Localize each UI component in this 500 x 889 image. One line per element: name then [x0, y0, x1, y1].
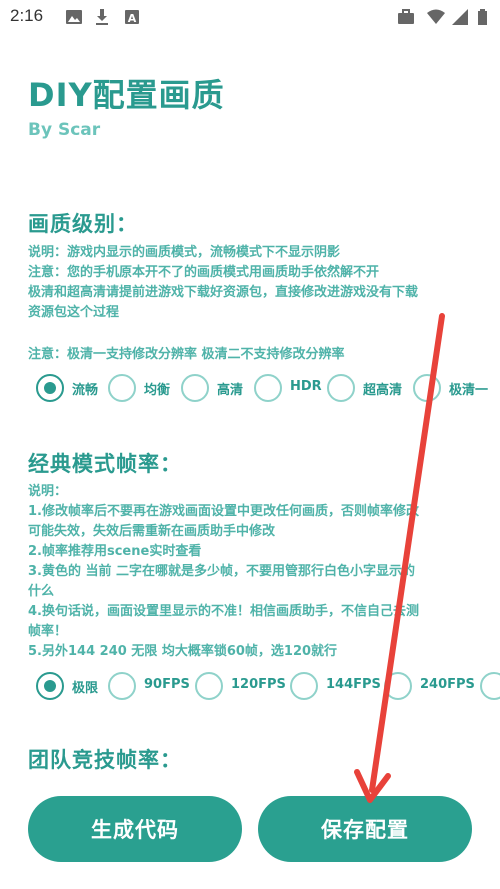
radio-label: 144FPS — [326, 677, 381, 692]
radio-quality-balanced[interactable] — [108, 374, 136, 402]
note-line: 4.换句话说，画面设置里显示的不准！相信画质助手，不信自己去测 — [28, 604, 419, 619]
radio-quality-uhd[interactable] — [327, 374, 355, 402]
radio-fps-max[interactable] — [36, 672, 64, 700]
radio-label: HDR — [290, 379, 322, 394]
note-line: 2.帧率推荐用scene实时查看 — [28, 544, 202, 559]
radio-label: 超高清 — [363, 383, 403, 398]
radio-quality-hd[interactable] — [181, 374, 209, 402]
radio-quality-hdr[interactable] — [254, 374, 282, 402]
note-line: 什么 — [28, 584, 55, 599]
radio-fps-90[interactable] — [108, 672, 136, 700]
status-time: 2:16 — [10, 6, 44, 25]
svg-text:A: A — [128, 12, 137, 25]
note-line: 1.修改帧率后不要再在游戏画面设置中更改任何画质，否则帧率修改 — [28, 504, 419, 519]
generate-code-button[interactable]: 生成代码 — [28, 796, 242, 862]
briefcase-icon — [398, 9, 414, 24]
battery-icon — [478, 9, 487, 25]
radio-label: 120FPS — [231, 677, 286, 692]
status-bar: 2:16 A — [0, 0, 500, 34]
note-line: 帧率！ — [28, 624, 68, 639]
page-subtitle: By Scar — [28, 120, 101, 140]
image-icon — [66, 10, 82, 24]
quality-section-title: 画质级别： — [28, 212, 138, 236]
radio-quality-extreme-1[interactable] — [413, 374, 441, 402]
note-line: 资源包这个过程 — [28, 305, 120, 320]
radio-fps-240[interactable] — [384, 672, 412, 700]
radio-label: 240FPS — [420, 677, 475, 692]
quality-note-2: 注意：极清一支持修改分辨率 极清二不支持修改分辨率 — [28, 347, 345, 362]
radio-fps-unlimited[interactable] — [480, 672, 500, 700]
team-fps-section-title: 团队竞技帧率： — [28, 748, 182, 772]
note-line: 极清和超高清请提前进游戏下载好资源包，直接修改进游戏没有下载 — [28, 285, 419, 300]
save-config-button[interactable]: 保存配置 — [258, 796, 472, 862]
fps-radio-group: 极限 90FPS 120FPS 144FPS 240FPS — [28, 672, 500, 704]
radio-label: 90FPS — [144, 677, 190, 692]
radio-fps-120[interactable] — [195, 672, 223, 700]
page-title: DIY配置画质 — [28, 76, 225, 114]
radio-fps-144[interactable] — [290, 672, 318, 700]
radio-label: 流畅 — [72, 383, 99, 398]
radio-label: 均衡 — [144, 383, 171, 398]
radio-label: 极限 — [72, 681, 99, 696]
quality-notes: 说明：游戏内显示的画质模式，流畅模式下不显示阴影 注意：您的手机原本开不了的画质… — [28, 243, 418, 323]
classic-fps-notes: 说明： 1.修改帧率后不要再在游戏画面设置中更改任何画质，否则帧率修改 可能失效… — [28, 482, 419, 662]
signal-icon — [452, 9, 468, 25]
classic-fps-section-title: 经典模式帧率： — [28, 452, 182, 476]
note-line: 说明：游戏内显示的画质模式，流畅模式下不显示阴影 — [28, 245, 341, 260]
text-a-icon: A — [125, 10, 139, 25]
radio-label: 高清 — [217, 383, 244, 398]
note-line: 可能失效，失效后需重新在画质助手中修改 — [28, 524, 276, 539]
radio-quality-smooth[interactable] — [36, 374, 64, 402]
download-icon — [96, 9, 108, 25]
quality-radio-group: 流畅 均衡 高清 HDR 超高清 极清一 — [28, 374, 500, 406]
note-line: 说明： — [28, 484, 68, 499]
radio-label: 极清一 — [449, 383, 489, 398]
note-line: 5.另外144 240 无限 均大概率锁60帧，选120就行 — [28, 644, 338, 659]
note-line: 注意：您的手机原本开不了的画质模式用画质助手依然解不开 — [28, 265, 380, 280]
wifi-icon — [427, 9, 445, 24]
note-line: 3.黄色的 当前 二字在哪就是多少帧，不要用管那行白色小字显示的 — [28, 564, 416, 579]
